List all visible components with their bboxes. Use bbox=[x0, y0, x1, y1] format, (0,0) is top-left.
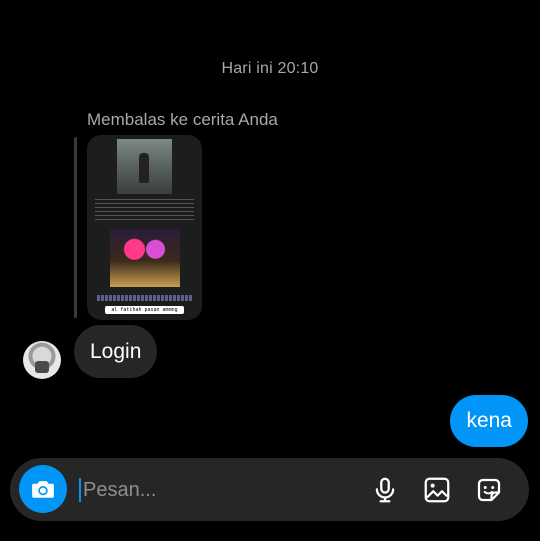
message-input[interactable] bbox=[79, 478, 353, 502]
camera-icon bbox=[32, 481, 54, 498]
chat-timestamp: Hari ini 20:10 bbox=[221, 60, 319, 77]
reply-context-label: Membalas ke cerita Anda bbox=[87, 110, 278, 129]
camera-button[interactable] bbox=[19, 465, 67, 513]
outgoing-message-bubble[interactable]: kena bbox=[450, 395, 528, 447]
gallery-button[interactable] bbox=[422, 475, 452, 505]
story-caption: al fatihah pasan ammng bbox=[105, 306, 184, 314]
gallery-icon bbox=[424, 477, 450, 503]
sticker-button[interactable] bbox=[474, 475, 504, 505]
story-preview[interactable]: al fatihah pasan ammng bbox=[87, 135, 202, 320]
microphone-button[interactable] bbox=[370, 475, 400, 505]
message-composer bbox=[10, 458, 529, 521]
sticker-icon bbox=[477, 478, 501, 502]
story-photo-bottom bbox=[110, 229, 180, 287]
incoming-message-bubble[interactable]: Login bbox=[74, 325, 158, 378]
sender-avatar[interactable] bbox=[23, 341, 61, 379]
story-text-block bbox=[95, 199, 194, 221]
reply-indicator-bar bbox=[74, 137, 77, 318]
microphone-icon bbox=[375, 477, 395, 503]
story-link bbox=[97, 295, 192, 301]
story-photo-top bbox=[117, 139, 172, 194]
